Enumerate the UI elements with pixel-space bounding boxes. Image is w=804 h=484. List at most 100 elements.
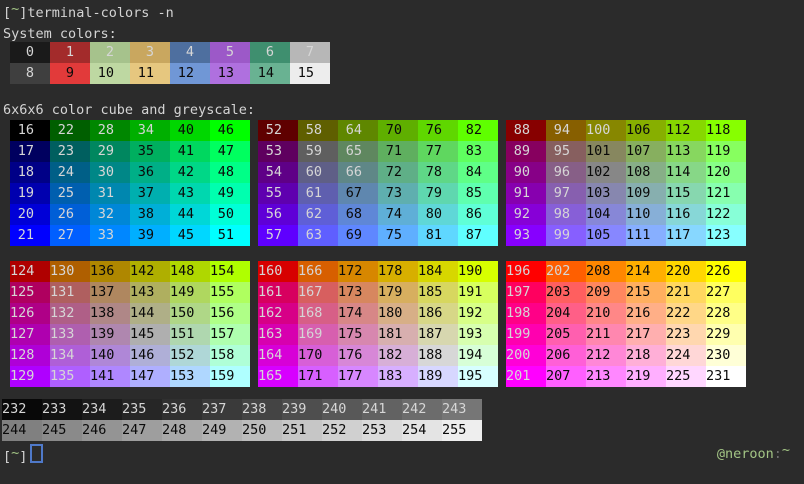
command-line: [~]terminal-colors -n <box>3 3 174 24</box>
color-swatch-141: 141 <box>90 366 130 387</box>
color-swatch-255: 255 <box>442 420 482 441</box>
color-swatch-83: 83 <box>458 141 498 162</box>
color-swatch-114: 114 <box>666 162 706 183</box>
color-swatch-103: 103 <box>586 183 626 204</box>
color-swatch-12: 12 <box>170 63 210 84</box>
cube-block-row: 192531374349 <box>10 183 250 204</box>
color-swatch-46: 46 <box>210 120 250 141</box>
color-swatch-19: 19 <box>10 183 50 204</box>
color-swatch-40: 40 <box>170 120 210 141</box>
cube-block-row: 162168174180186192 <box>258 303 498 324</box>
color-swatch-108: 108 <box>626 162 666 183</box>
cube-block-row: 546066727884 <box>258 162 498 183</box>
color-swatch-229: 229 <box>706 324 746 345</box>
color-swatch-68: 68 <box>338 204 378 225</box>
color-swatch-220: 220 <box>666 261 706 282</box>
status-user: @neroon <box>717 446 774 462</box>
cube-block-1: 1622283440461723293541471824303642481925… <box>10 120 250 246</box>
color-swatch-189: 189 <box>418 366 458 387</box>
color-swatch-104: 104 <box>586 204 626 225</box>
color-swatch-190: 190 <box>458 261 498 282</box>
cube-block-row: 127133139145151157 <box>10 324 250 345</box>
color-swatch-35: 35 <box>130 141 170 162</box>
color-swatch-252: 252 <box>322 420 362 441</box>
color-swatch-133: 133 <box>50 324 90 345</box>
color-swatch-3: 3 <box>130 42 170 63</box>
color-swatch-73: 73 <box>378 183 418 204</box>
cube-block-row: 200206212218224230 <box>506 345 746 366</box>
color-swatch-78: 78 <box>418 162 458 183</box>
color-swatch-27: 27 <box>50 225 90 246</box>
cube-block-row: 201207213219225231 <box>506 366 746 387</box>
color-swatch-172: 172 <box>338 261 378 282</box>
cube-block-row: 9298104110116122 <box>506 204 746 225</box>
color-swatch-206: 206 <box>546 345 586 366</box>
color-swatch-184: 184 <box>418 261 458 282</box>
color-swatch-23: 23 <box>50 141 90 162</box>
cube-block-row: 161167173179185191 <box>258 282 498 303</box>
greyscale-row-1: 232233234235236237238239240241242243 <box>2 399 482 420</box>
color-swatch-207: 207 <box>546 366 586 387</box>
bottom-prompt-bracket-open: [ <box>3 449 11 465</box>
color-swatch-223: 223 <box>666 324 706 345</box>
color-swatch-86: 86 <box>458 204 498 225</box>
color-swatch-211: 211 <box>586 324 626 345</box>
color-swatch-4: 4 <box>170 42 210 63</box>
color-swatch-72: 72 <box>378 162 418 183</box>
color-swatch-166: 166 <box>298 261 338 282</box>
color-swatch-170: 170 <box>298 345 338 366</box>
status-host: @neroon:~ <box>717 444 790 465</box>
cube-block-row: 9096102108114120 <box>506 162 746 183</box>
color-swatch-102: 102 <box>586 162 626 183</box>
color-swatch-244: 244 <box>2 420 42 441</box>
cube-block-row: 525864707682 <box>258 120 498 141</box>
bottom-prompt-tilde: ~ <box>11 445 19 461</box>
color-swatch-113: 113 <box>666 141 706 162</box>
color-swatch-58: 58 <box>298 120 338 141</box>
color-swatch-1: 1 <box>50 42 90 63</box>
color-swatch-97: 97 <box>546 183 586 204</box>
color-swatch-16: 16 <box>10 120 50 141</box>
cube-block-row: 165171177183189195 <box>258 366 498 387</box>
color-swatch-230: 230 <box>706 345 746 366</box>
color-swatch-71: 71 <box>378 141 418 162</box>
cube-block-row: 124130136142148154 <box>10 261 250 282</box>
color-swatch-61: 61 <box>298 183 338 204</box>
color-swatch-196: 196 <box>506 261 546 282</box>
cube-block-row: 125131137143149155 <box>10 282 250 303</box>
color-swatch-47: 47 <box>210 141 250 162</box>
color-swatch-159: 159 <box>210 366 250 387</box>
bottom-prompt-bracket-close: ] <box>19 449 27 465</box>
color-swatch-136: 136 <box>90 261 130 282</box>
color-swatch-18: 18 <box>10 162 50 183</box>
cube-block-row: 197203209215221227 <box>506 282 746 303</box>
color-swatch-228: 228 <box>706 303 746 324</box>
color-swatch-79: 79 <box>418 183 458 204</box>
color-swatch-38: 38 <box>130 204 170 225</box>
color-swatch-31: 31 <box>90 183 130 204</box>
color-swatch-121: 121 <box>706 183 746 204</box>
color-swatch-169: 169 <box>298 324 338 345</box>
prompt-bracket-open: [ <box>3 5 11 21</box>
terminal-window[interactable]: [~]terminal-colors -n System colors: 012… <box>0 0 804 484</box>
color-swatch-200: 200 <box>506 345 546 366</box>
color-swatch-87: 87 <box>458 225 498 246</box>
color-swatch-171: 171 <box>298 366 338 387</box>
color-swatch-44: 44 <box>170 204 210 225</box>
color-swatch-107: 107 <box>626 141 666 162</box>
color-swatch-52: 52 <box>258 120 298 141</box>
color-swatch-163: 163 <box>258 324 298 345</box>
color-swatch-6: 6 <box>250 42 290 63</box>
color-swatch-177: 177 <box>338 366 378 387</box>
cube-label: 6x6x6 color cube and greyscale: <box>3 100 255 121</box>
color-swatch-13: 13 <box>210 63 250 84</box>
color-swatch-65: 65 <box>338 141 378 162</box>
color-swatch-57: 57 <box>258 225 298 246</box>
color-swatch-51: 51 <box>210 225 250 246</box>
color-swatch-42: 42 <box>170 162 210 183</box>
color-swatch-234: 234 <box>82 399 122 420</box>
color-swatch-142: 142 <box>130 261 170 282</box>
color-swatch-146: 146 <box>130 345 170 366</box>
color-swatch-161: 161 <box>258 282 298 303</box>
color-swatch-210: 210 <box>586 303 626 324</box>
